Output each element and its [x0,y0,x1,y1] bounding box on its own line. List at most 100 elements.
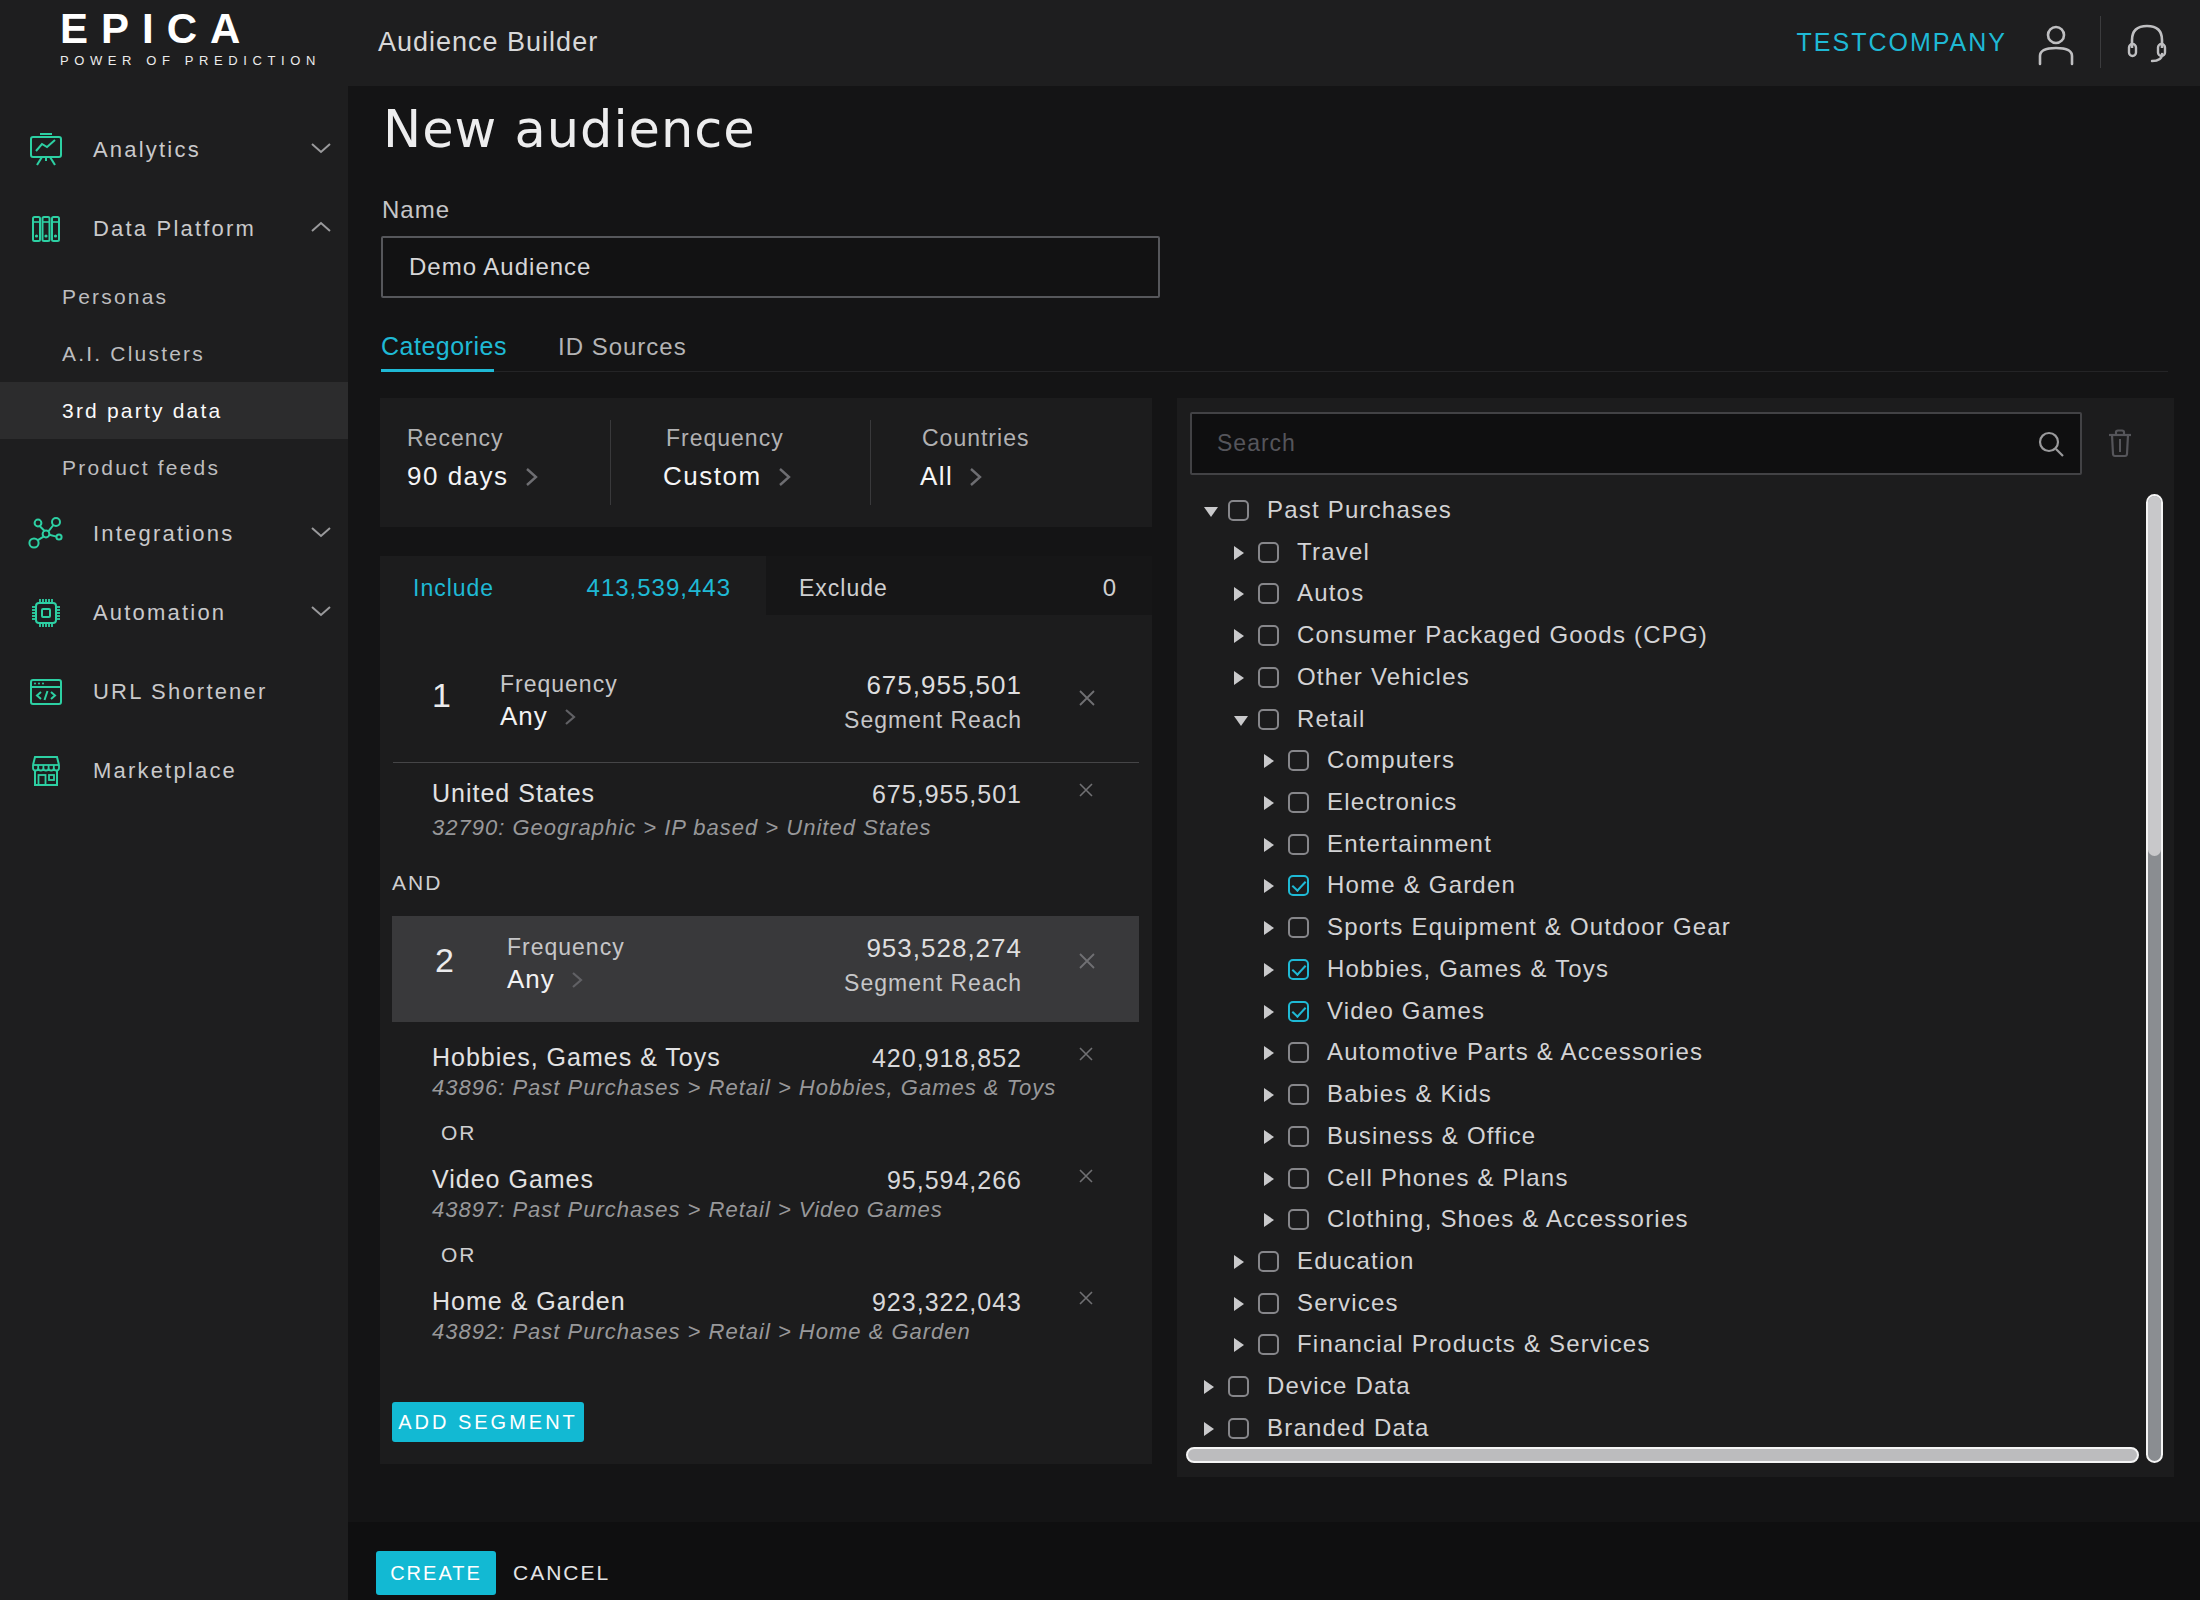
tree-collapse-icon[interactable] [1204,507,1218,517]
tree-expand-icon[interactable] [1234,1255,1244,1269]
trash-icon[interactable] [2106,428,2134,462]
tree-node-label[interactable]: Retail [1297,704,1366,732]
tree-node-label[interactable]: Cell Phones & Plans [1327,1163,1569,1191]
tree-expand-icon[interactable] [1264,1005,1274,1019]
tree-expand-icon[interactable] [1234,1297,1244,1311]
checkbox-unchecked[interactable] [1288,834,1309,855]
checkbox-unchecked[interactable] [1288,1209,1309,1230]
sidebar-item-personas[interactable]: Personas [0,268,348,325]
remove-segment-icon[interactable] [1076,687,1098,709]
sidebar-item-analytics[interactable]: Analytics [0,121,348,178]
tree-node-label[interactable]: Clothing, Shoes & Accessories [1327,1205,1689,1233]
tab-include[interactable]: Include 413,539,443 [380,556,766,615]
vertical-scrollbar[interactable] [2146,494,2163,1463]
tree-expand-icon[interactable] [1234,546,1244,560]
tree-node-label[interactable]: Video Games [1327,997,1485,1025]
checkbox-unchecked[interactable] [1228,500,1249,521]
checkbox-unchecked[interactable] [1288,917,1309,938]
horizontal-scrollbar[interactable] [1186,1447,2139,1463]
sidebar-item-integrations[interactable]: Integrations [0,505,348,562]
tree-expand-icon[interactable] [1264,1130,1274,1144]
tree-node-label[interactable]: Other Vehicles [1297,663,1470,691]
tree-expand-icon[interactable] [1264,1172,1274,1186]
tree-node-label[interactable]: Computers [1327,746,1455,774]
search-input[interactable] [1190,412,2082,475]
tree-expand-icon[interactable] [1234,629,1244,643]
tree-node-label[interactable]: Entertainment [1327,830,1492,858]
tree-node-label[interactable]: Automotive Parts & Accessories [1327,1038,1703,1066]
tree-node-label[interactable]: Services [1297,1289,1399,1317]
checkbox-unchecked[interactable] [1288,750,1309,771]
checkbox-unchecked[interactable] [1258,1293,1279,1314]
tree-node-label[interactable]: Past Purchases [1267,496,1452,524]
tree-node-label[interactable]: Financial Products & Services [1297,1330,1651,1358]
tree-expand-icon[interactable] [1264,754,1274,768]
tree-node-label[interactable]: Home & Garden [1327,871,1516,899]
tree-expand-icon[interactable] [1264,796,1274,810]
checkbox-checked[interactable] [1288,959,1309,980]
checkbox-unchecked[interactable] [1258,625,1279,646]
headset-icon[interactable] [2124,20,2170,70]
tree-node-label[interactable]: Consumer Packaged Goods (CPG) [1297,621,1708,649]
sidebar-item-url-shortener[interactable]: URL Shortener [0,663,348,720]
checkbox-unchecked[interactable] [1258,583,1279,604]
sidebar-item-automation[interactable]: Automation [0,584,348,641]
segment-frequency-value[interactable]: Any [500,701,576,732]
create-button[interactable]: CREATE [376,1551,496,1595]
checkbox-unchecked[interactable] [1288,1168,1309,1189]
remove-item-icon[interactable] [1076,780,1098,802]
tree-expand-icon[interactable] [1264,963,1274,977]
tree-expand-icon[interactable] [1204,1422,1214,1436]
tree-expand-icon[interactable] [1264,921,1274,935]
tree-node-label[interactable]: Branded Data [1267,1414,1430,1442]
frequency-value[interactable]: Custom [663,461,791,492]
remove-segment-icon[interactable] [1076,950,1098,972]
tree-node-label[interactable]: Electronics [1327,788,1458,816]
tree-node-label[interactable]: Travel [1297,538,1370,566]
user-icon[interactable] [2036,22,2076,70]
tree-collapse-icon[interactable] [1234,716,1248,726]
sidebar-item-a-i-clusters[interactable]: A.I. Clusters [0,325,348,382]
checkbox-unchecked[interactable] [1288,792,1309,813]
tree-node-label[interactable]: Business & Office [1327,1122,1536,1150]
checkbox-unchecked[interactable] [1258,667,1279,688]
tree-node-label[interactable]: Babies & Kids [1327,1080,1492,1108]
tree-expand-icon[interactable] [1264,1088,1274,1102]
tab-exclude[interactable]: Exclude 0 [766,556,1152,615]
tree-expand-icon[interactable] [1234,1338,1244,1352]
countries-value[interactable]: All [920,461,982,492]
tree-expand-icon[interactable] [1264,1046,1274,1060]
checkbox-unchecked[interactable] [1258,542,1279,563]
checkbox-checked[interactable] [1288,1001,1309,1022]
sidebar-item-data-platform[interactable]: Data Platform [0,200,348,257]
sidebar-item-product-feeds[interactable]: Product feeds [0,439,348,496]
remove-item-icon[interactable] [1076,1166,1098,1188]
tab-id-sources[interactable]: ID Sources [558,333,687,361]
cancel-button[interactable]: CANCEL [513,1561,610,1585]
tree-expand-icon[interactable] [1264,838,1274,852]
checkbox-unchecked[interactable] [1258,709,1279,730]
sidebar-item-3rd-party-data[interactable]: 3rd party data [0,382,348,439]
checkbox-unchecked[interactable] [1228,1418,1249,1439]
remove-item-icon[interactable] [1076,1044,1098,1066]
segment-frequency-value[interactable]: Any [507,964,583,995]
checkbox-checked[interactable] [1288,875,1309,896]
checkbox-unchecked[interactable] [1258,1251,1279,1272]
tree-expand-icon[interactable] [1234,587,1244,601]
sidebar-item-marketplace[interactable]: Marketplace [0,742,348,799]
tree-node-label[interactable]: Autos [1297,579,1364,607]
tree-node-label[interactable]: Education [1297,1247,1415,1275]
checkbox-unchecked[interactable] [1228,1376,1249,1397]
tree-node-label[interactable]: Hobbies, Games & Toys [1327,955,1609,983]
tab-categories[interactable]: Categories [381,332,507,361]
remove-item-icon[interactable] [1076,1288,1098,1310]
checkbox-unchecked[interactable] [1288,1084,1309,1105]
tree-expand-icon[interactable] [1204,1380,1214,1394]
name-input[interactable] [381,236,1160,298]
recency-value[interactable]: 90 days [407,461,538,492]
epica-logo[interactable]: EPICA POWER OF PREDICTION [60,8,321,68]
company-name[interactable]: TESTCOMPANY [1797,28,2007,57]
tree-expand-icon[interactable] [1264,1213,1274,1227]
checkbox-unchecked[interactable] [1288,1042,1309,1063]
add-segment-button[interactable]: ADD SEGMENT [392,1402,584,1442]
